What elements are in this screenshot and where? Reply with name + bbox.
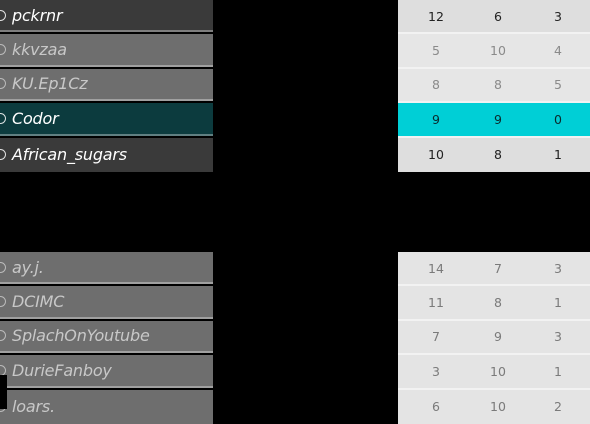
player-name-cell: loars. (0, 389, 213, 424)
player-name-cell: Codor (0, 103, 213, 136)
stat-kills: 12 (428, 8, 444, 24)
player-name: SplachOnYoutube (12, 326, 150, 346)
status-ring-icon (0, 44, 6, 56)
player-name: African_sugars (12, 145, 127, 165)
stat-assists: 4 (554, 43, 562, 59)
team-a-scoreboard: pckrnr 12 6 3 kkvzaa 5 10 4 KU.Ep1Cz 8 8… (0, 0, 590, 172)
player-name: DCIMC (12, 292, 65, 312)
player-name: loars. (12, 397, 55, 417)
player-stats: 9 9 0 (398, 103, 590, 138)
player-stats: 8 8 5 (398, 68, 590, 104)
player-name: pckrnr (12, 5, 63, 25)
player-stats: 6 10 2 (398, 389, 590, 424)
stat-deaths: 10 (490, 43, 506, 59)
stat-deaths: 6 (494, 8, 502, 24)
player-stats: 14 7 3 (398, 252, 590, 287)
player-row[interactable]: DCIMC 11 8 1 (0, 286, 590, 321)
stat-assists: 1 (554, 147, 562, 163)
player-stats: 12 6 3 (398, 0, 590, 35)
stat-kills: 7 (432, 329, 440, 345)
stat-deaths: 9 (494, 111, 502, 127)
player-row[interactable]: SplachOnYoutube 7 9 3 (0, 320, 590, 356)
player-stats: 11 8 1 (398, 286, 590, 321)
player-row[interactable]: ay.j. 14 7 3 (0, 252, 590, 287)
player-row[interactable]: loars. 6 10 2 (0, 389, 590, 424)
stat-kills: 3 (432, 363, 440, 379)
stat-deaths: 10 (490, 363, 506, 379)
player-name: ay.j. (12, 257, 44, 277)
player-row[interactable]: pckrnr 12 6 3 (0, 0, 590, 35)
stat-deaths: 8 (494, 147, 502, 163)
player-name-cell: SplachOnYoutube (0, 320, 213, 354)
player-stats: 5 10 4 (398, 34, 590, 69)
stat-assists: 3 (554, 8, 562, 24)
stat-assists: 3 (554, 329, 562, 345)
player-stats: 10 8 1 (398, 137, 590, 172)
stat-assists: 1 (554, 363, 562, 379)
player-row[interactable]: DurieFanboy 3 10 1 (0, 355, 590, 390)
player-name: kkvzaa (12, 40, 67, 60)
stat-kills: 11 (428, 295, 444, 311)
stat-kills: 10 (428, 147, 444, 163)
stat-kills: 5 (432, 43, 440, 59)
player-name-cell: African_sugars (0, 137, 213, 172)
edge-marker (0, 375, 7, 409)
stat-deaths: 8 (494, 295, 502, 311)
status-ring-icon (0, 112, 6, 124)
player-name-cell: KU.Ep1Cz (0, 68, 213, 102)
status-ring-icon (0, 330, 6, 342)
stat-deaths: 10 (490, 399, 506, 415)
player-stats: 7 9 3 (398, 320, 590, 356)
status-ring-icon (0, 296, 6, 308)
player-row[interactable]: African_sugars 10 8 1 (0, 137, 590, 172)
team-b-scoreboard: ay.j. 14 7 3 DCIMC 11 8 1 SplachOnYoutub… (0, 252, 590, 424)
stat-kills: 6 (432, 399, 440, 415)
player-name: KU.Ep1Cz (12, 74, 88, 94)
stat-deaths: 7 (494, 260, 502, 276)
player-name: DurieFanboy (12, 360, 112, 380)
stat-assists: 3 (554, 260, 562, 276)
stat-assists: 0 (554, 111, 562, 127)
player-name-cell: kkvzaa (0, 34, 213, 67)
status-ring-icon (0, 9, 6, 21)
stat-assists: 1 (554, 295, 562, 311)
player-name-cell: ay.j. (0, 252, 213, 285)
stat-assists: 2 (554, 399, 562, 415)
stat-assists: 5 (554, 77, 562, 93)
status-ring-icon (0, 78, 6, 90)
status-ring-icon (0, 149, 6, 161)
player-name: Codor (12, 108, 59, 128)
status-ring-icon (0, 261, 6, 273)
player-row[interactable]: KU.Ep1Cz 8 8 5 (0, 68, 590, 104)
player-name-cell: DCIMC (0, 286, 213, 319)
player-row[interactable]: kkvzaa 5 10 4 (0, 34, 590, 69)
player-stats: 3 10 1 (398, 355, 590, 390)
player-name-cell: pckrnr (0, 0, 213, 33)
stat-kills: 8 (432, 77, 440, 93)
player-row-highlighted[interactable]: Codor 9 9 0 (0, 103, 590, 138)
stat-deaths: 8 (494, 77, 502, 93)
stat-deaths: 9 (494, 329, 502, 345)
player-name-cell: DurieFanboy (0, 355, 213, 388)
stat-kills: 14 (428, 260, 444, 276)
stat-kills: 9 (432, 111, 440, 127)
